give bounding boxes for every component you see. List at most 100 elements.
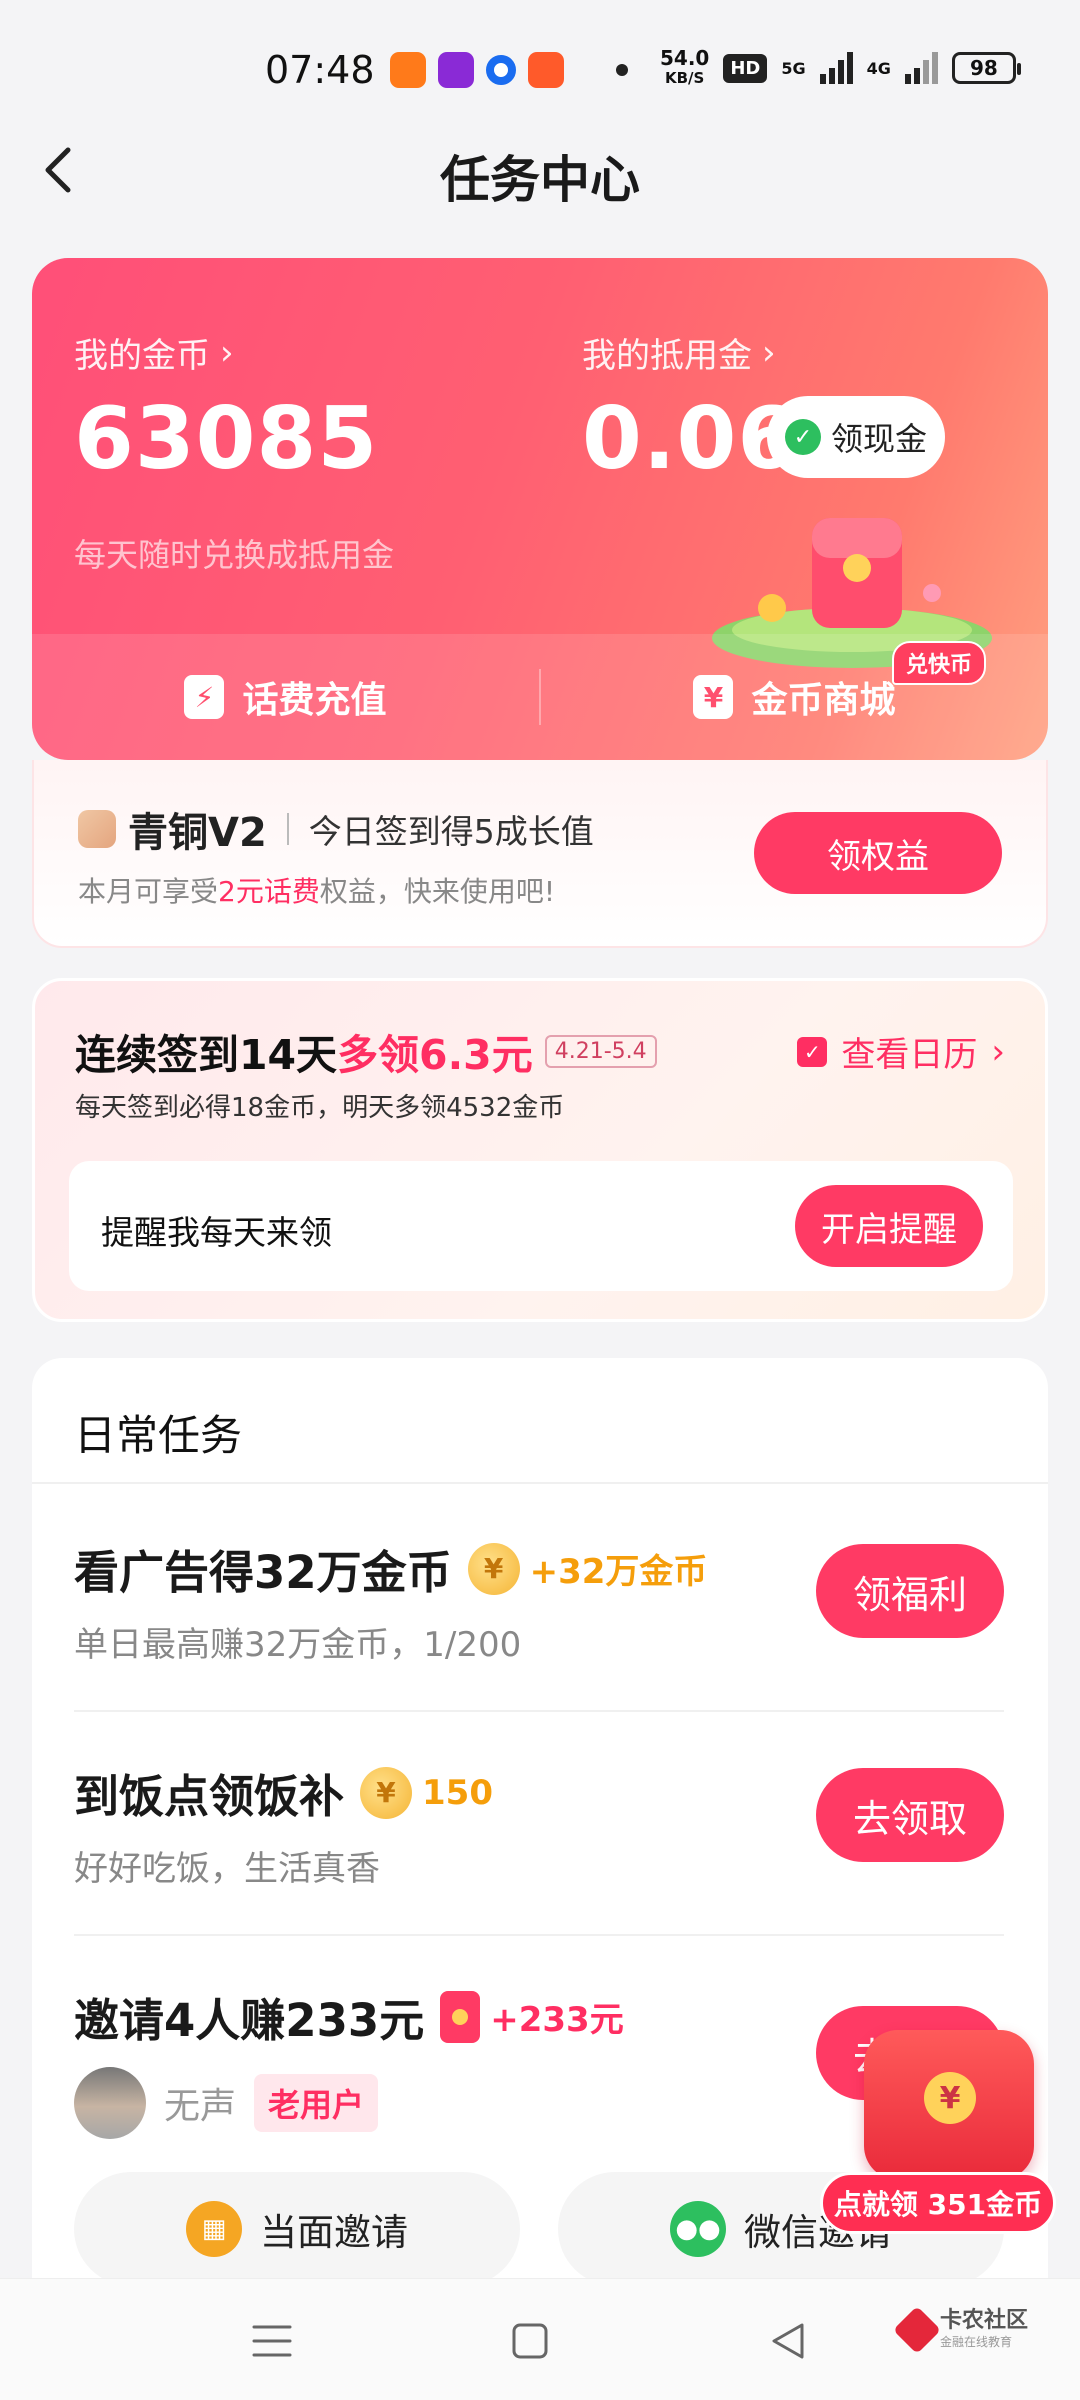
net-speed-unit: KB/S <box>665 69 705 87</box>
status-time: 07:48 <box>265 48 375 92</box>
checkin-title: 连续签到14天 多领6.3元 4.21-5.4 <box>75 1021 657 1081</box>
checkin-title-prefix: 连续签到14天 <box>75 1031 338 1079</box>
my-coins[interactable]: 我的金币 › 63085 <box>74 328 379 490</box>
system-navigation-bar: 卡农社区 金融在线教育 <box>0 2278 1080 2400</box>
level-name: 青铜V2 <box>128 810 267 856</box>
network-5g-label: 5G <box>781 58 806 78</box>
red-envelope-icon <box>864 2030 1034 2180</box>
watermark-logo-icon <box>892 2305 942 2354</box>
phone-recharge-label: 话费充值 <box>242 680 387 721</box>
mall-badge: 兑快币 <box>891 641 986 685</box>
level-desc-suffix: 权益，快来使用吧! <box>319 875 556 908</box>
more-notifications-icon <box>616 64 628 76</box>
chevron-right-icon: › <box>762 332 776 373</box>
task-reward: +233元 <box>490 2000 624 2040</box>
app-notification-icon <box>528 52 564 88</box>
chevron-right-icon: › <box>220 332 234 373</box>
signal-icon <box>904 52 938 84</box>
coins-value: 63085 <box>74 389 379 489</box>
network-4g-label: 4G <box>866 58 891 78</box>
task-reward: +32万金币 <box>529 1552 708 1592</box>
wechat-icon: ●● <box>670 2201 726 2257</box>
voucher-label: 我的抵用金 <box>582 336 752 376</box>
avatar <box>74 2067 146 2139</box>
divider <box>286 813 289 845</box>
voucher-value: 0.06 <box>582 389 799 489</box>
checkin-card: 连续签到14天 多领6.3元 4.21-5.4 ✓ 查看日历 › 每天签到必得1… <box>32 978 1048 1322</box>
user-name: 无声 <box>164 2086 237 2127</box>
task-watch-ads: 看广告得32万金币 ¥ +32万金币 单日最高赚32万金币，1/200 领福利 <box>74 1536 1004 1666</box>
chevron-right-icon: › <box>991 1031 1005 1072</box>
enable-reminder-button[interactable]: 开启提醒 <box>795 1185 983 1267</box>
wallet-card: 我的金币 › 63085 每天随时兑换成抵用金 我的抵用金 › 0.06 ✓ 领… <box>32 258 1048 760</box>
task-meal-subsidy: 到饭点领饭补 ¥ 150 好好吃饭，生活真香 去领取 <box>74 1760 1004 1890</box>
divider <box>74 1934 1004 1936</box>
task-name: 邀请4人赚233元 <box>74 1994 425 2047</box>
signal-icon <box>819 52 853 84</box>
level-row: 青铜V2 今日签到得5成长值 <box>78 800 594 858</box>
reminder-row: 提醒我每天来领 开启提醒 <box>69 1161 1013 1291</box>
user-tag: 老用户 <box>254 2074 379 2132</box>
menu-icon[interactable] <box>242 2319 302 2363</box>
face-invite-label: 当面邀请 <box>260 2211 408 2254</box>
watermark-sub: 金融在线教育 <box>940 2335 1013 2349</box>
qr-code-icon: ▦ <box>186 2201 242 2257</box>
claim-cash-label: 领现金 <box>830 420 927 458</box>
my-voucher[interactable]: 我的抵用金 › 0.06 <box>582 328 799 490</box>
view-calendar-label: 查看日历 <box>841 1035 978 1075</box>
check-icon: ✓ <box>784 419 821 455</box>
coin-mall-button[interactable]: ¥ 金币商城 兑快币 <box>541 641 1048 723</box>
lightning-icon: ⚡ <box>184 675 225 719</box>
divider <box>74 1710 1004 1712</box>
level-desc-prefix: 本月可享受 <box>78 875 219 908</box>
wallet-shortcuts: ⚡ 话费充值 ¥ 金币商城 兑快币 <box>32 634 1048 760</box>
coin-mall-label: 金币商城 <box>751 680 896 721</box>
calendar-icon: ✓ <box>797 1036 828 1067</box>
back-triangle-icon[interactable] <box>758 2319 818 2363</box>
page-header: 任务中心 <box>0 120 1080 220</box>
watermark-name: 卡农社区 <box>940 2308 1029 2333</box>
coins-label: 我的金币 <box>74 336 210 376</box>
claim-meal-button[interactable]: 去领取 <box>816 1768 1004 1862</box>
level-desc-highlight: 2元话费 <box>218 875 320 908</box>
reminder-label: 提醒我每天来领 <box>101 1213 332 1252</box>
bronze-level-icon <box>78 810 116 848</box>
checkin-subtitle: 每天签到必得18金币，明天多领4532金币 <box>75 1093 565 1123</box>
app-notification-icon <box>438 52 474 88</box>
membership-level-card: 青铜V2 今日签到得5成长值 本月可享受2元话费权益，快来使用吧! 领权益 <box>32 760 1048 948</box>
home-square-icon[interactable] <box>500 2319 560 2363</box>
level-tip: 今日签到得5成长值 <box>308 812 594 851</box>
coin-icon: ¥ <box>360 1766 413 1819</box>
checkin-title-highlight: 多领6.3元 <box>337 1031 533 1079</box>
watermark-text: 卡农社区 金融在线教育 <box>940 2309 1028 2350</box>
app-notification-icon <box>486 55 516 85</box>
voucher-label-row: 我的抵用金 › <box>582 328 798 377</box>
red-envelope-icon <box>440 1990 481 2043</box>
claim-benefits-button[interactable]: 领权益 <box>754 812 1002 894</box>
net-speed-value: 54.0 <box>660 46 710 70</box>
task-reward: 150 <box>422 1772 493 1813</box>
net-speed: 54.0 KB/S <box>660 48 709 88</box>
level-description: 本月可享受2元话费权益，快来使用吧! <box>78 870 555 910</box>
claim-cash-button[interactable]: ✓ 领现金 <box>767 396 945 478</box>
view-calendar-link[interactable]: ✓ 查看日历 › <box>797 1027 1005 1076</box>
phone-recharge-button[interactable]: ⚡ 话费充值 <box>32 671 539 723</box>
checkin-date-range: 4.21-5.4 <box>544 1034 657 1068</box>
coins-subtitle: 每天随时兑换成抵用金 <box>74 536 395 574</box>
task-name: 到饭点领饭补 <box>74 1770 345 1823</box>
page-title: 任务中心 <box>440 151 640 209</box>
notification-icons <box>390 52 628 88</box>
watermark: 卡农社区 金融在线教育 <box>892 2305 1028 2354</box>
floating-reward-button[interactable]: 点就领 351金币 <box>820 2030 1070 2240</box>
app-notification-icon <box>390 52 426 88</box>
coins-label-row: 我的金币 › <box>74 328 378 377</box>
status-bar: 07:48 54.0 KB/S HD 5G 4G 98 <box>0 0 1080 140</box>
daily-tasks-title: 日常任务 <box>74 1411 243 1460</box>
claim-welfare-button[interactable]: 领福利 <box>816 1544 1004 1638</box>
floating-reward-label: 点就领 351金币 <box>820 2172 1056 2234</box>
divider <box>32 1482 1048 1484</box>
face-to-face-invite-button[interactable]: ▦ 当面邀请 <box>74 2172 520 2286</box>
task-name: 看广告得32万金币 <box>74 1546 452 1599</box>
hd-icon: HD <box>723 53 768 83</box>
battery-icon: 98 <box>951 52 1021 84</box>
